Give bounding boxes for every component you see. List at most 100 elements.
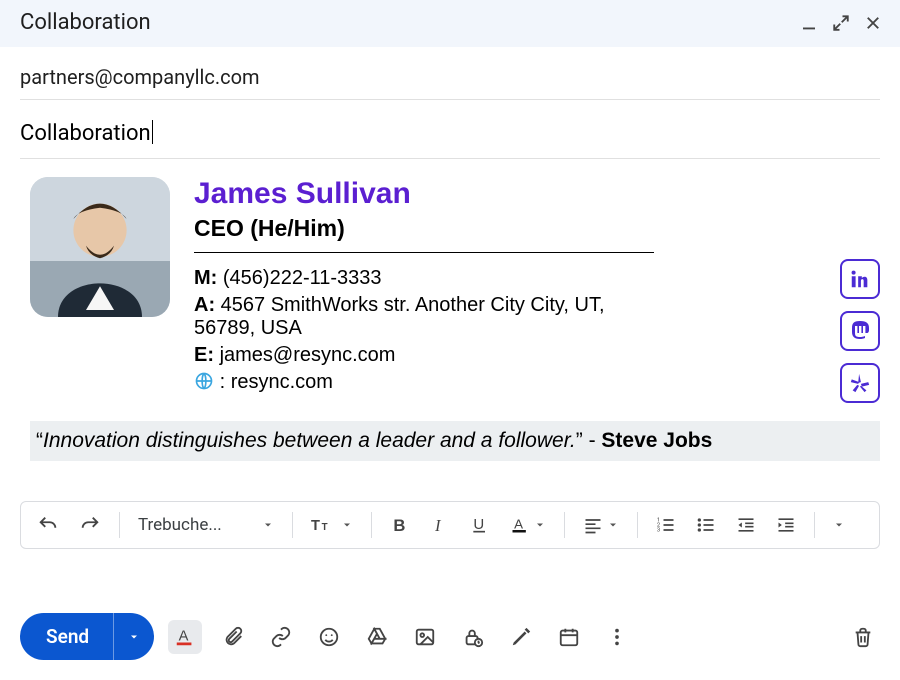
separator: [119, 512, 120, 538]
mastodon-icon: [848, 319, 872, 343]
text-cursor: [152, 120, 153, 144]
social-links: [840, 259, 880, 403]
signature-divider: [194, 252, 654, 253]
svg-text:U: U: [473, 516, 484, 533]
underline-icon: U: [470, 515, 490, 535]
linkedin-icon: [849, 268, 871, 290]
redo-button[interactable]: [71, 508, 109, 542]
italic-icon: I: [430, 515, 450, 535]
email-label: E:: [194, 344, 214, 366]
signature-name: James Sullivan: [194, 177, 808, 211]
chevron-down-icon: [534, 519, 546, 531]
font-family-select[interactable]: Trebuche...: [130, 509, 282, 541]
numbered-list-button[interactable]: 123: [648, 509, 684, 541]
quote-open: “: [36, 429, 43, 452]
mobile-value: (456)222-11-3333: [223, 267, 382, 289]
insert-emoji-button[interactable]: [312, 620, 346, 654]
indent-button[interactable]: [768, 509, 804, 541]
address-label: A:: [194, 294, 215, 316]
numbered-list-icon: 123: [656, 515, 676, 535]
signature-email-row: E: james@resync.com: [194, 344, 808, 367]
close-button[interactable]: [864, 14, 882, 32]
to-value: partners@companyllc.com: [20, 65, 260, 89]
separator: [564, 512, 565, 538]
chevron-down-icon: [341, 519, 353, 531]
undo-button[interactable]: [29, 508, 67, 542]
italic-button[interactable]: I: [422, 509, 458, 541]
more-vert-icon: [606, 626, 628, 648]
insert-image-button[interactable]: [408, 620, 442, 654]
attach-button[interactable]: [216, 620, 250, 654]
insert-link-button[interactable]: [264, 620, 298, 654]
web-sep: :: [220, 371, 226, 393]
chevron-down-icon: [607, 519, 619, 531]
mobile-label: M:: [194, 267, 217, 289]
message-body[interactable]: James Sullivan CEO (He/Him) M: (456)222-…: [20, 159, 880, 461]
minimize-button[interactable]: [800, 14, 818, 32]
underline-button[interactable]: U: [462, 509, 498, 541]
separator: [637, 512, 638, 538]
confidential-mode-button[interactable]: [456, 620, 490, 654]
insert-drive-button[interactable]: [360, 620, 394, 654]
avatar: [30, 177, 170, 317]
signature-title: CEO (He/Him): [194, 215, 808, 242]
calendar-icon: [558, 626, 580, 648]
svg-text:T: T: [311, 518, 320, 534]
website-value: resync.com: [231, 371, 333, 393]
globe-icon: [194, 371, 214, 391]
send-button-group: Send: [20, 613, 154, 660]
quote-close: ”: [576, 429, 583, 452]
font-size-select[interactable]: T T: [303, 509, 361, 541]
outdent-icon: [736, 515, 756, 535]
schedule-send-button[interactable]: [552, 620, 586, 654]
linkedin-link[interactable]: [840, 259, 880, 299]
svg-text:A: A: [179, 628, 189, 644]
bulleted-list-button[interactable]: [688, 509, 724, 541]
align-left-icon: [583, 515, 603, 535]
yelp-link[interactable]: [840, 363, 880, 403]
window-title: Collaboration: [20, 10, 151, 35]
font-size-icon: T T: [311, 515, 337, 535]
svg-text:3: 3: [657, 528, 660, 534]
avatar-image: [30, 177, 170, 317]
separator: [814, 512, 815, 538]
emoji-icon: [318, 626, 340, 648]
window-controls: [800, 14, 882, 32]
indent-icon: [776, 515, 796, 535]
address-value: 4567 SmithWorks str. Another City City, …: [194, 294, 605, 339]
signature-website-row: : resync.com: [194, 371, 808, 394]
mastodon-link[interactable]: [840, 311, 880, 351]
outdent-button[interactable]: [728, 509, 764, 541]
formatting-options-button[interactable]: A: [168, 620, 202, 654]
bold-button[interactable]: B: [382, 509, 418, 541]
font-name: Trebuche...: [138, 515, 258, 535]
insert-signature-button[interactable]: [504, 620, 538, 654]
signature-mobile-row: M: (456)222-11-3333: [194, 267, 808, 290]
svg-text:T: T: [322, 522, 328, 533]
chevron-down-icon: [128, 631, 140, 643]
chevron-down-icon: [833, 519, 845, 531]
bulleted-list-icon: [696, 515, 716, 535]
text-color-icon: A: [510, 515, 530, 535]
discard-draft-button[interactable]: [846, 620, 880, 654]
fullscreen-button[interactable]: [832, 14, 850, 32]
text-format-icon: A: [174, 626, 196, 648]
send-button[interactable]: Send: [20, 613, 113, 660]
more-options-button[interactable]: [600, 620, 634, 654]
svg-text:I: I: [434, 516, 442, 535]
align-button[interactable]: [575, 509, 627, 541]
image-icon: [414, 626, 436, 648]
compose-window: Collaboration partners@companyllc.com Co…: [0, 0, 900, 680]
paperclip-icon: [222, 626, 244, 648]
email-value: james@resync.com: [220, 344, 396, 366]
to-field[interactable]: partners@companyllc.com: [20, 47, 880, 100]
subject-field[interactable]: Collaboration: [20, 100, 880, 159]
send-options-button[interactable]: [113, 613, 154, 660]
signature-block: James Sullivan CEO (He/Him) M: (456)222-…: [30, 177, 880, 403]
svg-text:B: B: [393, 516, 405, 535]
quote-banner: “Innovation distinguishes between a lead…: [30, 421, 880, 461]
redo-icon: [79, 514, 101, 536]
more-formatting-button[interactable]: [825, 513, 853, 537]
link-icon: [270, 626, 292, 648]
text-color-button[interactable]: A: [502, 509, 554, 541]
